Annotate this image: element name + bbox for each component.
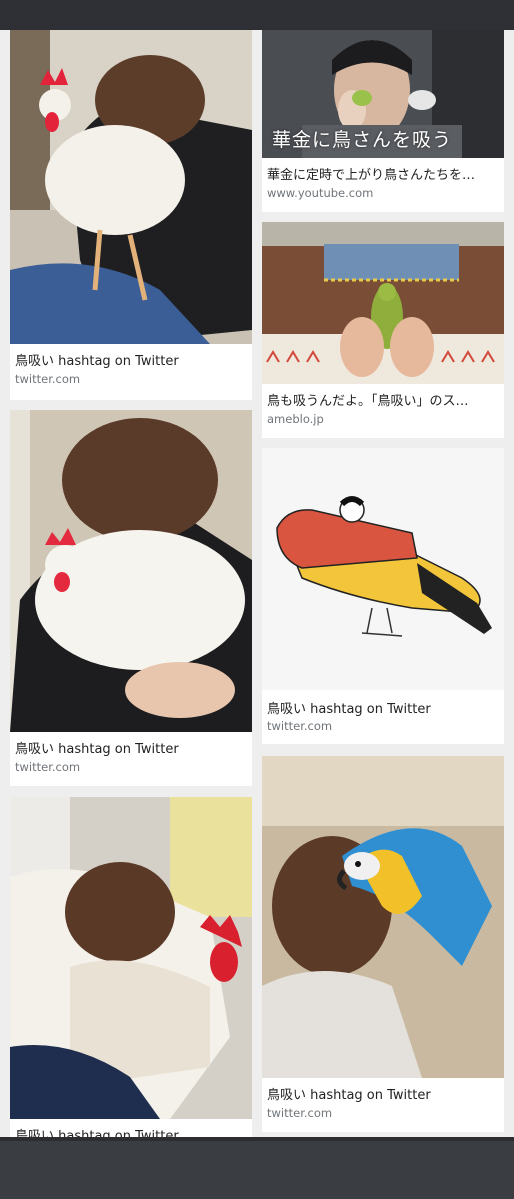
result-card-youtube[interactable]: 華金に鳥さんを吸う 華金に定時で上がり鳥さんたちを… www.youtube.c…: [262, 30, 504, 212]
result-card-macaw[interactable]: 鳥吸い hashtag on Twitter twitter.com: [262, 756, 504, 1132]
result-title[interactable]: 鳥吸い hashtag on Twitter: [267, 1084, 499, 1103]
chicken-hug-image: [10, 410, 252, 732]
thumbnail-overlay-text: 華金に鳥さんを吸う: [272, 129, 453, 151]
result-domain: twitter.com: [267, 719, 333, 733]
chicken-hug-image: [10, 30, 252, 344]
result-domain: twitter.com: [15, 372, 81, 386]
result-title[interactable]: 鳥吸い hashtag on Twitter: [267, 698, 499, 717]
result-card-illustration[interactable]: 鳥吸い hashtag on Twitter twitter.com: [262, 448, 504, 744]
chicken-hug-image: [10, 797, 252, 1119]
result-domain: www.youtube.com: [267, 186, 374, 200]
result-title[interactable]: 鳥吸い hashtag on Twitter: [15, 350, 247, 369]
result-card-ameblo[interactable]: 鳥も吸うんだよ。「鳥吸い」のス… ameblo.jp: [262, 222, 504, 438]
result-thumbnail[interactable]: [262, 756, 504, 1078]
result-domain: ameblo.jp: [267, 412, 324, 426]
result-card-chicken-hug-3[interactable]: 鳥吸い hashtag on Twitter: [10, 797, 252, 1141]
result-title[interactable]: 鳥も吸うんだよ。「鳥吸い」のス…: [267, 390, 499, 409]
result-thumbnail[interactable]: [10, 797, 252, 1119]
result-title[interactable]: 華金に定時で上がり鳥さんたちを…: [267, 164, 499, 183]
macaw-hug-image: [262, 756, 504, 1078]
result-card-chicken-hug-1[interactable]: 鳥吸い hashtag on Twitter twitter.com: [10, 30, 252, 400]
result-thumbnail[interactable]: 華金に鳥さんを吸う: [262, 30, 504, 158]
result-domain: twitter.com: [15, 760, 81, 774]
result-thumbnail[interactable]: [262, 448, 504, 690]
result-thumbnail[interactable]: [10, 410, 252, 732]
parakeet-hands-image: [262, 222, 504, 384]
bird-hug-illustration: [262, 448, 504, 690]
top-status-bar: [0, 0, 514, 30]
result-thumbnail[interactable]: [262, 222, 504, 384]
bottom-navigation-bar: [0, 1141, 514, 1199]
result-card-chicken-hug-2[interactable]: 鳥吸い hashtag on Twitter twitter.com: [10, 410, 252, 786]
result-title[interactable]: 鳥吸い hashtag on Twitter: [15, 738, 247, 757]
result-domain: twitter.com: [267, 1106, 333, 1120]
result-thumbnail[interactable]: [10, 30, 252, 344]
